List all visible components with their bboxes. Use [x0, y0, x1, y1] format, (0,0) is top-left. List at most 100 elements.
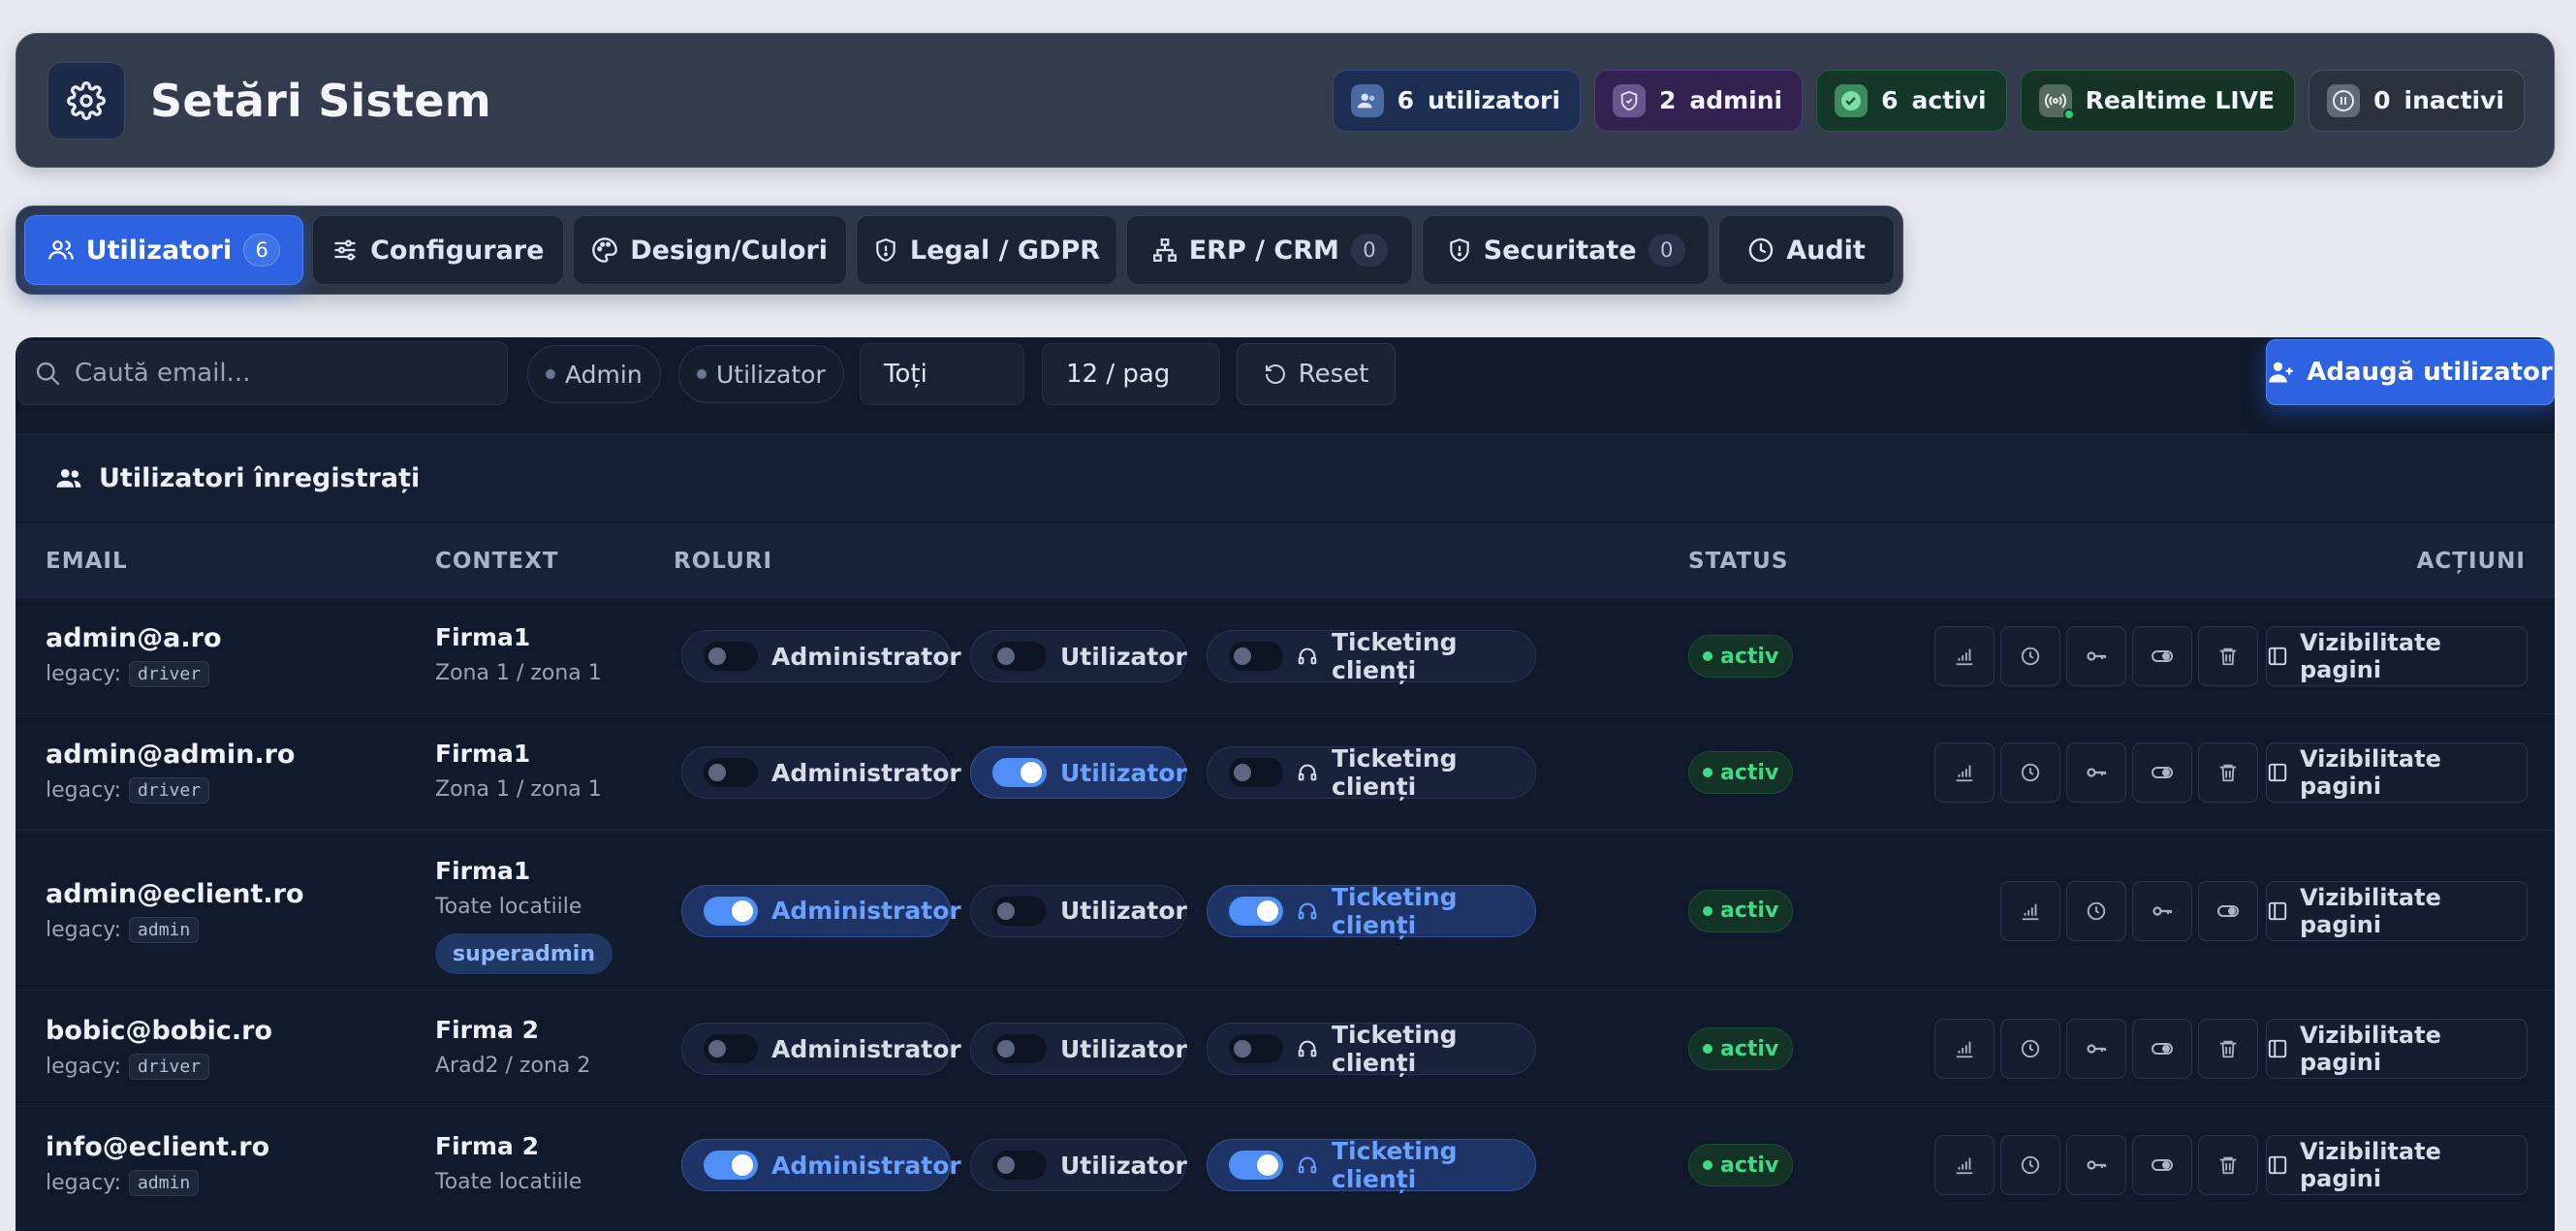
toggle-switch: [1229, 642, 1283, 671]
delete-button[interactable]: [2198, 1019, 2258, 1079]
status-text: activ: [1720, 760, 1779, 785]
filter-toolbar: Admin Utilizator Toți 12 / pag Reset Ada…: [16, 337, 2555, 405]
page-visibility-button[interactable]: Vizibilitate pagini: [2266, 626, 2528, 686]
tab-configurare[interactable]: Configurare: [311, 215, 564, 285]
page-visibility-button[interactable]: Vizibilitate pagini: [2266, 742, 2528, 803]
status-select[interactable]: Toți: [860, 343, 1024, 405]
history-button[interactable]: [2000, 1135, 2060, 1195]
add-user-button[interactable]: Adaugă utilizator: [2266, 339, 2555, 405]
delete-button[interactable]: [2198, 626, 2258, 686]
status-dot: [1703, 768, 1712, 777]
active-count: 6: [1881, 86, 1899, 114]
toggle-switch: [992, 1151, 1047, 1180]
role-toggle-user[interactable]: Utilizator: [970, 1139, 1187, 1191]
role-toggle-user[interactable]: Utilizator: [970, 884, 1187, 937]
legacy-role: legacy: driver: [46, 661, 210, 687]
live-status-dot: [2062, 108, 2075, 120]
role-toggle-admin[interactable]: Administrator: [681, 884, 961, 937]
toggle-switch: [704, 642, 758, 671]
toggle-active-button[interactable]: [2132, 1019, 2192, 1079]
chart-icon: [2020, 900, 2041, 922]
toggle-active-button[interactable]: [2198, 880, 2258, 941]
inactive-count-chip: 0 inactivi: [2309, 69, 2525, 132]
tab-erp-crm[interactable]: ERP / CRM 0: [1126, 215, 1414, 285]
add-user-label: Adaugă utilizator: [2307, 358, 2553, 387]
filter-user-label: Utilizator: [716, 360, 826, 389]
reset-button[interactable]: Reset: [1237, 343, 1396, 405]
toggle-active-button[interactable]: [2132, 742, 2192, 803]
role-toggle-admin[interactable]: Administrator: [681, 1139, 961, 1191]
toggle-switch: [992, 896, 1047, 926]
stats-button[interactable]: [1934, 742, 1995, 803]
chart-icon: [1954, 1154, 1975, 1176]
tab-audit[interactable]: Audit: [1718, 215, 1895, 285]
pause-icon: [2327, 83, 2361, 117]
password-button[interactable]: [2066, 1019, 2126, 1079]
role-toggle-user[interactable]: Utilizator: [970, 1023, 1187, 1075]
stats-button[interactable]: [1934, 626, 1995, 686]
stats-button[interactable]: [2000, 880, 2060, 941]
page-size-value: 12 / pag: [1066, 360, 1171, 389]
role-toggle-ticketing[interactable]: Ticketing clienți: [1207, 1021, 1536, 1077]
password-button[interactable]: [2066, 1135, 2126, 1195]
password-button[interactable]: [2132, 880, 2192, 941]
visibility-label: Vizibilitate pagini: [2300, 883, 2441, 938]
password-button[interactable]: [2066, 742, 2126, 803]
password-button[interactable]: [2066, 626, 2126, 686]
users-count-chip: 6 utilizatori: [1332, 69, 1581, 132]
history-button[interactable]: [2000, 742, 2060, 803]
toggle-active-button[interactable]: [2132, 626, 2192, 686]
page-visibility-button[interactable]: Vizibilitate pagini: [2266, 1135, 2528, 1195]
legacy-code: admin: [129, 1170, 200, 1196]
clock-icon: [1748, 237, 1774, 263]
status-text: activ: [1720, 1152, 1779, 1178]
role-toggle-admin[interactable]: Administrator: [681, 630, 961, 682]
filter-user-button[interactable]: Utilizator: [678, 345, 844, 403]
role-toggle-user[interactable]: Utilizator: [970, 630, 1187, 682]
toggle-switch: [1229, 1034, 1283, 1063]
settings-tabs: Utilizatori 6 Configurare Design/Culori …: [16, 205, 1903, 295]
toggle-icon: [2151, 1153, 2174, 1177]
page-size-select[interactable]: 12 / pag: [1042, 343, 1220, 405]
tab-utilizatori[interactable]: Utilizatori 6: [24, 215, 303, 285]
legacy-code: driver: [129, 1054, 210, 1080]
status-text: activ: [1720, 899, 1779, 923]
stats-button[interactable]: [1934, 1135, 1995, 1195]
role-label: Utilizator: [1060, 1151, 1187, 1180]
admins-label: admini: [1689, 86, 1783, 114]
search-input[interactable]: [75, 359, 482, 388]
toggle-icon: [2151, 761, 2174, 784]
page-visibility-button[interactable]: Vizibilitate pagini: [2266, 1019, 2528, 1079]
search-box: [17, 341, 508, 405]
role-toggle-admin[interactable]: Administrator: [681, 746, 961, 799]
toggle-active-button[interactable]: [2132, 1135, 2192, 1195]
role-toggle-admin[interactable]: Administrator: [681, 1023, 961, 1075]
stats-button[interactable]: [1934, 1019, 1995, 1079]
table-row: admin@eclient.ro legacy: admin Firma1 To…: [16, 830, 2555, 990]
page-title: Setări Sistem: [150, 74, 491, 127]
role-toggle-ticketing[interactable]: Ticketing clienți: [1207, 628, 1536, 684]
delete-button[interactable]: [2198, 1135, 2258, 1195]
location-zone: Toate locatiile: [435, 895, 582, 919]
role-label: Ticketing clienți: [1332, 628, 1458, 684]
tab-design[interactable]: Design/Culori: [572, 215, 847, 285]
tab-securitate[interactable]: Securitate 0: [1422, 215, 1711, 285]
history-button[interactable]: [2000, 626, 2060, 686]
tab-legal-gdpr[interactable]: Legal / GDPR: [855, 215, 1118, 285]
search-icon: [36, 362, 60, 386]
legacy-code: admin: [129, 917, 200, 943]
history-button[interactable]: [2000, 1019, 2060, 1079]
role-toggle-user[interactable]: Utilizator: [970, 746, 1187, 799]
history-button[interactable]: [2066, 880, 2126, 941]
role-toggle-ticketing[interactable]: Ticketing clienți: [1207, 744, 1536, 801]
role-toggle-ticketing[interactable]: Ticketing clienți: [1207, 1137, 1536, 1193]
role-label: Ticketing clienți: [1332, 1021, 1458, 1077]
filter-admin-label: Admin: [565, 360, 643, 389]
delete-button[interactable]: [2198, 742, 2258, 803]
page-visibility-button[interactable]: Vizibilitate pagini: [2266, 880, 2528, 941]
shield-icon: [876, 238, 895, 262]
filter-admin-button[interactable]: Admin: [527, 345, 661, 403]
table-row: admin@admin.ro legacy: driver Firma1 Zon…: [16, 713, 2555, 830]
role-toggle-ticketing[interactable]: Ticketing clienți: [1207, 883, 1536, 939]
legacy-label: legacy:: [46, 1171, 122, 1195]
